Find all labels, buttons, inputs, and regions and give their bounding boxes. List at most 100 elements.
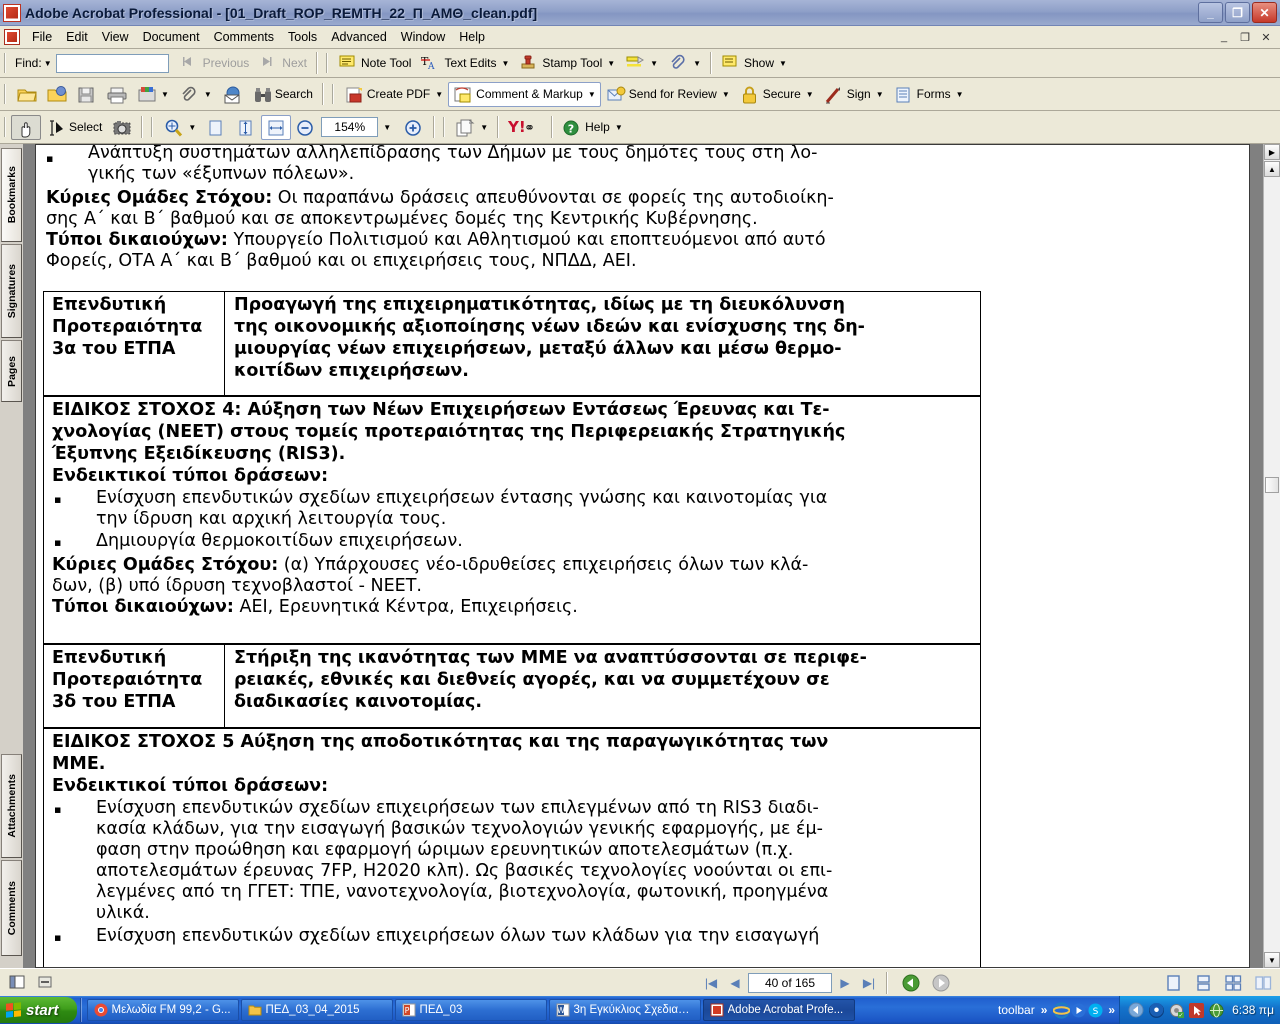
start-button[interactable]: start [0, 997, 77, 1023]
chevron-down-icon[interactable]: ▼ [615, 123, 623, 132]
zoom-tool-button[interactable]: ▼ [158, 115, 201, 140]
taskbar-item-chrome[interactable]: Μελωδία FM 99,2 - G... [86, 999, 239, 1021]
menu-document[interactable]: Document [136, 27, 207, 47]
sidebar-tab-pages[interactable]: Pages [1, 340, 22, 402]
tray-settings-icon[interactable]: ✓ [1169, 1003, 1185, 1018]
page-number-input[interactable]: 40 of 165 [748, 972, 832, 993]
internet-explorer-icon[interactable] [1053, 1001, 1071, 1019]
chevron-down-icon[interactable]: ▼ [502, 59, 510, 68]
attach-file-button[interactable]: ▼ [174, 82, 217, 107]
zoom-out-button[interactable] [291, 115, 321, 140]
tray-network-icon[interactable] [1149, 1002, 1165, 1018]
find-previous-button[interactable]: Previous [175, 51, 255, 76]
secure-button[interactable]: Secure ▼ [735, 82, 819, 107]
menu-advanced[interactable]: Advanced [324, 27, 394, 47]
tray-cursor-icon[interactable] [1189, 1002, 1205, 1018]
menu-view[interactable]: View [95, 27, 136, 47]
toolbar-grip[interactable] [324, 53, 330, 73]
scroll-thumb[interactable] [1265, 477, 1279, 493]
system-clock[interactable]: 6:38 πμ [1232, 1003, 1274, 1017]
show-button[interactable]: Show ▼ [716, 51, 792, 76]
chevron-expand-icon[interactable]: » [1041, 1003, 1048, 1017]
chevron-down-icon[interactable]: ▼ [204, 90, 212, 99]
page-layout-button[interactable]: ▼ [450, 115, 493, 140]
toolbar-grip[interactable] [3, 84, 8, 104]
menu-edit[interactable]: Edit [59, 27, 95, 47]
scroll-down-button[interactable]: ▼ [1264, 952, 1280, 968]
continuous-view-button[interactable] [1192, 973, 1214, 993]
next-view-button[interactable] [930, 973, 952, 993]
chevron-down-icon[interactable]: ▼ [956, 90, 964, 99]
previous-view-button[interactable] [900, 973, 922, 993]
tray-globe-icon[interactable] [1209, 1003, 1224, 1018]
zoom-dropdown-icon[interactable]: ▼ [383, 123, 391, 132]
chevron-down-icon[interactable]: ▼ [188, 123, 196, 132]
previous-page-button[interactable]: ◀ [724, 973, 746, 993]
email-pdf-button[interactable]: ▼ [131, 82, 174, 107]
toolbar-grip[interactable] [3, 117, 8, 137]
menu-comments[interactable]: Comments [207, 27, 281, 47]
fit-page-button[interactable] [231, 115, 261, 140]
minimize-button[interactable]: _ [1198, 2, 1223, 23]
yahoo-search-button[interactable]: Y! ⚭ [503, 115, 547, 140]
chevron-down-icon[interactable]: ▼ [588, 90, 596, 99]
chevron-down-icon[interactable]: ▼ [722, 90, 730, 99]
hand-tool-button[interactable] [11, 114, 41, 140]
sidebar-tab-attachments[interactable]: Attachments [1, 754, 22, 858]
chevron-expand-icon[interactable]: » [1108, 1003, 1115, 1017]
scroll-next-view-button[interactable]: ▶ [1264, 144, 1280, 160]
chevron-down-icon[interactable]: ▼ [607, 59, 615, 68]
last-page-button[interactable]: ▶| [858, 973, 880, 993]
restore-button[interactable]: ❐ [1225, 2, 1250, 23]
taskbar-item-word[interactable]: W 3η Εγκύκλιος Σχεδιασ... [548, 999, 701, 1021]
stamp-tool-button[interactable]: Stamp Tool ▼ [514, 51, 620, 76]
chevron-down-icon[interactable]: ▼ [480, 123, 488, 132]
help-button[interactable]: ? Help ▼ [557, 115, 628, 140]
create-pdf-button[interactable]: Create PDF ▼ [339, 82, 448, 107]
email-button[interactable] [217, 82, 247, 107]
toolbar-tray-label[interactable]: toolbar [998, 1003, 1035, 1017]
taskbar-item-acrobat[interactable]: Adobe Acrobat Profe... [702, 999, 855, 1021]
facing-view-button[interactable] [1222, 973, 1244, 993]
chevron-down-icon[interactable]: ▼ [650, 59, 658, 68]
menu-window[interactable]: Window [394, 27, 452, 47]
send-for-review-button[interactable]: Send for Review ▼ [601, 82, 735, 107]
taskbar-item-folder[interactable]: ΠΕΔ_03_04_2015 [240, 999, 393, 1021]
search-button[interactable]: Search [247, 82, 318, 107]
close-button[interactable]: ✕ [1252, 2, 1277, 23]
open-button[interactable] [11, 82, 41, 107]
organizer-button[interactable] [41, 82, 71, 107]
sidebar-tab-bookmarks[interactable]: Bookmarks [1, 148, 22, 242]
sidebar-tab-signatures[interactable]: Signatures [1, 244, 22, 338]
sidebar-tab-comments[interactable]: Comments [1, 860, 22, 956]
show-hidden-icons-button[interactable] [1128, 1002, 1144, 1018]
forms-button[interactable]: Forms ▼ [889, 82, 969, 107]
scroll-up-button[interactable]: ▲ [1264, 161, 1280, 177]
chevron-down-icon[interactable]: ▼ [779, 59, 787, 68]
find-input[interactable] [55, 53, 169, 73]
chevron-down-icon[interactable]: ▼ [435, 90, 443, 99]
chevron-down-icon[interactable]: ▼ [806, 90, 814, 99]
chevron-down-icon[interactable]: ▼ [161, 90, 169, 99]
fit-width-button[interactable] [261, 114, 292, 140]
toolbar-grip[interactable] [3, 53, 8, 73]
document-scrollbar[interactable]: ▶ ▲ ▼ [1263, 144, 1280, 968]
note-tool-button[interactable]: Note Tool [333, 51, 416, 76]
media-player-icon[interactable] [1070, 1002, 1087, 1019]
toolbar-grip[interactable] [442, 117, 448, 137]
next-page-button[interactable]: ▶ [834, 973, 856, 993]
print-button[interactable] [101, 82, 131, 107]
first-page-button[interactable]: |◀ [700, 973, 722, 993]
skype-icon[interactable]: S [1087, 1002, 1104, 1019]
continuous-facing-view-button[interactable] [1252, 973, 1274, 993]
select-tool-button[interactable]: Select [41, 115, 107, 140]
doc-restore-button[interactable]: ❐ [1235, 28, 1255, 46]
attach-tool-button[interactable]: ▼ [663, 51, 706, 76]
actual-size-button[interactable] [201, 115, 231, 140]
menu-tools[interactable]: Tools [281, 27, 324, 47]
comment-markup-button[interactable]: Comment & Markup ▼ [448, 81, 601, 107]
document-view[interactable]: ▪ Ανάπτυξη συστημάτων αλληλεπίδρασης των… [24, 144, 1280, 968]
menu-help[interactable]: Help [452, 27, 492, 47]
chevron-down-icon[interactable]: ▼ [876, 90, 884, 99]
taskbar-grip[interactable] [79, 998, 84, 1022]
